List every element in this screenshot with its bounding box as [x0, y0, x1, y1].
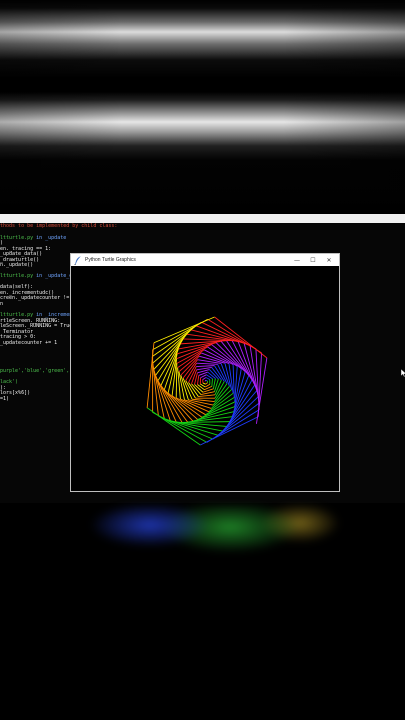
spiral-segment: [249, 345, 260, 404]
code-line: ltturtle.py in _update: [0, 234, 67, 242]
spiral-segment: [207, 371, 216, 379]
minimize-button[interactable]: —: [289, 254, 305, 266]
code-text: thods to be implemented by child class:: [0, 223, 118, 229]
spiral-segment: [196, 365, 215, 368]
spiral-segment: [200, 383, 206, 388]
code-line: thods to be implemented by child class:: [0, 223, 118, 230]
blurred-background-band: [0, 0, 405, 215]
spiral-segment: [153, 329, 192, 370]
spiral-segment: [205, 383, 211, 388]
spiral-segment: [212, 402, 260, 440]
code-line: creen._updatecounter != 0:: [0, 295, 79, 302]
spiral-segment: [175, 363, 178, 398]
maximize-button[interactable]: ☐: [305, 254, 321, 266]
code-line: n._update(): [0, 262, 34, 269]
code-text: creen._updatecounter != 0:: [0, 295, 79, 301]
spiral-segment: [180, 340, 227, 345]
spiral-segment: [203, 349, 234, 365]
hexagon-spiral-drawing: [146, 316, 268, 446]
spiral-segment: [197, 384, 205, 391]
close-button[interactable]: ✕: [321, 254, 337, 266]
code-text: =1): [0, 395, 10, 402]
turtle-canvas[interactable]: [72, 266, 338, 490]
separator-strip: [0, 214, 405, 223]
spiral-segment: [211, 378, 213, 387]
code-text: ltturtle.py: [0, 273, 37, 279]
spiral-segment: [202, 382, 206, 385]
spiral-segment: [198, 394, 216, 398]
turtle-graphics-window[interactable]: Python Turtle Graphics — ☐ ✕: [70, 253, 340, 492]
window-title: Python Turtle Graphics: [85, 257, 136, 263]
spiral-segment: [200, 416, 259, 446]
spiral-segment: [196, 362, 218, 365]
spiral-segment: [196, 366, 212, 371]
code-function-name: in _update: [36, 234, 67, 241]
code-line: n: [0, 300, 4, 308]
code-text: _updatecounter += 1: [0, 339, 58, 346]
code-line: ltturtle.py in _update_da: [0, 273, 75, 280]
spiral-segment: [212, 378, 216, 389]
spiral-segment: [176, 421, 227, 427]
blurred-reflection: [80, 505, 340, 565]
code-text: n._update(): [0, 262, 34, 268]
code-text: n: [0, 300, 4, 307]
spiral-segment: [205, 382, 208, 385]
spiral-segment: [146, 407, 201, 446]
code-line: =1): [0, 395, 10, 403]
mouse-cursor-icon: [401, 369, 405, 377]
feather-icon: [74, 255, 81, 265]
window-titlebar[interactable]: Python Turtle Graphics — ☐ ✕: [71, 254, 339, 266]
spiral-segment: [205, 377, 210, 380]
code-line: _updatecounter += 1: [0, 339, 58, 347]
spiral-segment: [192, 411, 234, 422]
spiral-segment: [197, 375, 200, 385]
spiral-segment: [202, 377, 207, 380]
spiral-segment: [205, 379, 208, 382]
code-text: ltturtle.py: [0, 234, 37, 241]
window-controls: — ☐ ✕: [289, 254, 337, 266]
spiral-segment: [157, 380, 183, 423]
